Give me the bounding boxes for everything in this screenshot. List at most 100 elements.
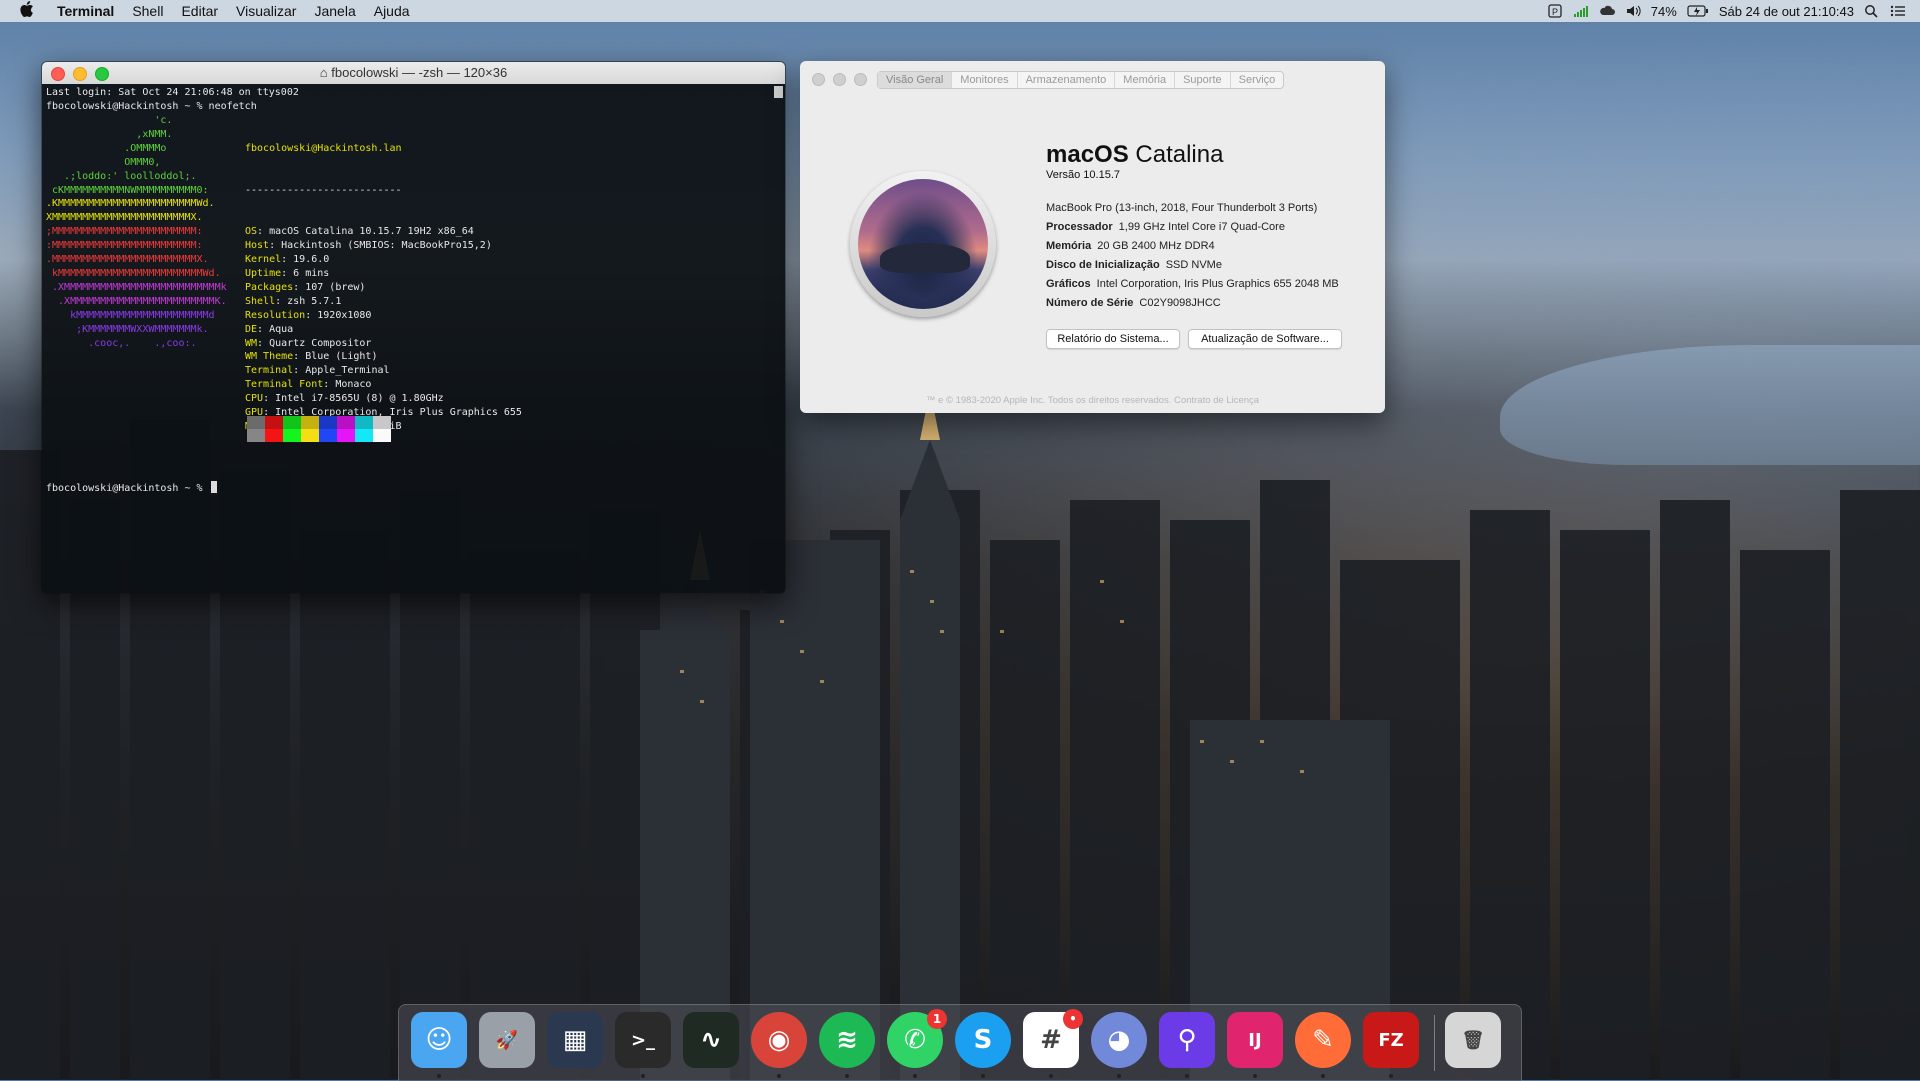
spec-label: Processador [1046, 221, 1113, 233]
whatsapp-icon[interactable]: ✆ 1 [887, 1009, 947, 1068]
color-swatch-bright [247, 429, 265, 442]
software-update-button[interactable]: Atualização de Software... [1188, 329, 1342, 349]
minimize-button[interactable] [833, 73, 846, 86]
terminal-window[interactable]: ⌂ fbocolowski — -zsh — 120×36 Last login… [41, 61, 786, 594]
trash-icon[interactable]: 🗑 [1445, 1012, 1501, 1068]
logo-line: XMMMMMMMMMMMMMMMMMMMMMMMX. [46, 212, 203, 224]
info-value: : Apple_Terminal [293, 365, 390, 377]
system-specs: MacBook Pro (13-inch, 2018, Four Thunder… [1046, 199, 1339, 313]
cloud-icon[interactable] [1599, 4, 1615, 18]
running-indicator [1389, 1074, 1393, 1078]
intellij-icon[interactable]: IJ [1227, 1012, 1283, 1068]
color-swatch-bright [373, 429, 391, 442]
color-swatch-bright [319, 429, 337, 442]
spotify-icon[interactable]: ≋ [819, 1012, 875, 1068]
terminal-prompt: fbocolowski@Hackintosh ~ % [46, 481, 217, 496]
apple-menu-icon[interactable] [16, 1, 38, 21]
filezilla-icon[interactable]: FZ [1363, 1012, 1419, 1068]
tab-servico[interactable]: Serviço [1231, 72, 1284, 88]
volume-icon[interactable] [1625, 4, 1641, 18]
finder-icon[interactable]: ☺ [411, 1012, 467, 1068]
info-value: : Quartz Compositor [257, 337, 372, 349]
close-button[interactable] [51, 67, 65, 81]
info-key: Kernel [245, 254, 282, 266]
color-swatch-bright [301, 429, 319, 442]
neofetch-info: fbocolowski@Hackintosh.lan -------------… [245, 114, 522, 434]
pastebot-icon[interactable]: P [1547, 4, 1563, 18]
info-key: Packages [245, 281, 294, 293]
running-indicator [1321, 1074, 1325, 1078]
logo-line: .KMMMMMMMMMMMMMMMMMMMMMMMWd. [46, 198, 215, 210]
notification-badge: 1 [927, 1009, 947, 1029]
info-value: : Aqua [257, 323, 294, 335]
os-brand: macOS [1046, 141, 1129, 168]
minimize-button[interactable] [73, 67, 87, 81]
model-name: MacBook Pro (13-inch, 2018, Four Thunder… [1046, 202, 1318, 214]
keybase-icon[interactable]: ⚲ [1159, 1012, 1215, 1068]
slack-icon[interactable]: # • [1023, 1009, 1083, 1068]
about-this-mac-window[interactable]: Visão Geral Monitores Armazenamento Memó… [800, 61, 1385, 413]
postman-icon[interactable]: ✎ [1295, 1012, 1351, 1068]
menu-janela[interactable]: Janela [305, 3, 364, 19]
terminal-titlebar[interactable]: ⌂ fbocolowski — -zsh — 120×36 [42, 62, 785, 84]
tab-memoria[interactable]: Memória [1115, 72, 1176, 88]
terminal-scroll-marker[interactable] [774, 86, 783, 98]
menu-shell[interactable]: Shell [123, 3, 172, 19]
running-indicator [981, 1074, 985, 1078]
logo-line: :MMMMMMMMMMMMMMMMMMMMMMMM: [46, 240, 203, 252]
terminal-content[interactable]: Last login: Sat Oct 24 21:06:48 on ttys0… [42, 84, 785, 593]
battery-charging-icon[interactable] [1687, 4, 1709, 18]
zoom-button[interactable] [95, 67, 109, 81]
dock-separator [1434, 1015, 1435, 1071]
info-key: Resolution [245, 309, 306, 321]
spotlight-search-icon[interactable] [1864, 4, 1880, 18]
skype-icon[interactable]: S [955, 1012, 1011, 1068]
logo-line: OMMM0, [46, 156, 161, 168]
menu-ajuda[interactable]: Ajuda [365, 3, 419, 19]
spec-processor: Processador 1,99 GHz Intel Core i7 Quad-C… [1046, 218, 1339, 237]
battery-percent[interactable]: 74% [1651, 4, 1677, 19]
info-key: CPU [245, 393, 264, 405]
logo-line: ,xNMM. [46, 128, 173, 140]
tab-visao-geral[interactable]: Visão Geral [878, 72, 953, 88]
tab-armazenamento[interactable]: Armazenamento [1018, 72, 1116, 88]
logo-line: .XMMMMMMMMMMMMMMMMMMMMMMMMK. [46, 295, 227, 307]
zoom-button[interactable] [854, 73, 867, 86]
status-area: P 74% Sáb 24 de out 21:10:43 [1547, 0, 1906, 22]
info-value: : zsh 5.7.1 [275, 295, 342, 307]
spec-label: Disco de Inicialização [1046, 259, 1160, 271]
spec-memory: Memória 20 GB 2400 MHz DDR4 [1046, 237, 1339, 256]
discord-icon[interactable]: ◕ [1091, 1012, 1147, 1068]
info-key: Terminal [245, 365, 294, 377]
command-line: fbocolowski@Hackintosh ~ % neofetch [46, 100, 257, 112]
activity-monitor-icon[interactable]: ∿ [683, 1012, 739, 1068]
info-line: WM Theme: Blue (Light) [245, 350, 522, 364]
terminal-icon[interactable]: >_ [615, 1012, 671, 1068]
close-button[interactable] [812, 73, 825, 86]
spec-value: SSD NVMe [1165, 259, 1222, 271]
system-report-button[interactable]: Relatório do Sistema... [1046, 329, 1180, 349]
logo-line: 'c. [46, 115, 173, 126]
spec-value: 20 GB 2400 MHz DDR4 [1097, 240, 1215, 252]
neofetch-userhost: fbocolowski@Hackintosh.lan [245, 142, 402, 154]
menu-editar[interactable]: Editar [172, 3, 227, 19]
color-swatch [355, 416, 373, 429]
chrome-icon[interactable]: ◉ [751, 1012, 807, 1068]
color-swatch-bright [283, 429, 301, 442]
running-indicator [1185, 1074, 1189, 1078]
signal-strength-icon[interactable] [1573, 4, 1589, 18]
tab-monitores[interactable]: Monitores [952, 72, 1018, 88]
color-swatch [265, 416, 283, 429]
menu-bar: Terminal Shell Editar Visualizar Janela … [0, 0, 1920, 22]
info-value: : 6 mins [281, 267, 330, 279]
info-value: : 107 (brew) [293, 281, 366, 293]
menu-visualizar[interactable]: Visualizar [227, 3, 305, 19]
menu-app-name[interactable]: Terminal [48, 3, 123, 19]
spec-label: Gráficos [1046, 278, 1091, 290]
sourcetree-icon[interactable]: ▦ [547, 1012, 603, 1068]
tab-suporte[interactable]: Suporte [1175, 72, 1231, 88]
launchpad-icon[interactable]: 🚀 [479, 1012, 535, 1068]
menubar-clock[interactable]: Sáb 24 de out 21:10:43 [1719, 4, 1854, 19]
notification-center-icon[interactable] [1890, 4, 1906, 18]
color-swatch-bright [265, 429, 283, 442]
